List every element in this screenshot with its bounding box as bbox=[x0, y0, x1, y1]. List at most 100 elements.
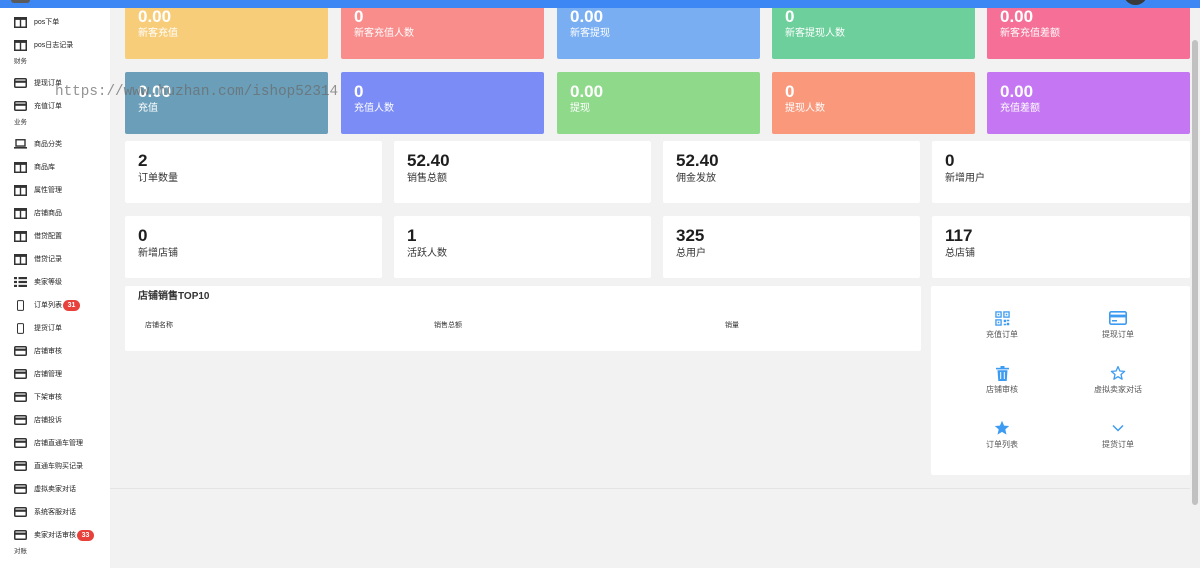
sidebar: pos下单 pos日志记录 财务 提现订单 充值订单 业务 商品分类 商品库 属… bbox=[0, 0, 110, 568]
sidebar-item-recharge-orders[interactable]: 充值订单 bbox=[0, 95, 110, 118]
sidebar-item-label: 借贷配置 bbox=[34, 232, 62, 240]
sidebar-item-product-category[interactable]: 商品分类 bbox=[0, 133, 110, 156]
stat-label: 充值差额 bbox=[1000, 103, 1040, 114]
summary-label: 销售总额 bbox=[407, 173, 447, 184]
sidebar-item-order-list[interactable]: 订单列表 31 bbox=[0, 294, 110, 317]
summary-value: 325 bbox=[676, 226, 705, 245]
credit-card-icon bbox=[14, 461, 27, 472]
sidebar-item-withdraw-orders[interactable]: 提现订单 bbox=[0, 72, 110, 95]
sidebar-section-business: 业务 bbox=[14, 118, 27, 126]
summary-label: 活跃人数 bbox=[407, 248, 447, 259]
summary-value: 117 bbox=[945, 226, 973, 245]
shortcut-label: 店铺审核 bbox=[986, 385, 1018, 394]
column-header-sales-volume: 销量 bbox=[725, 322, 739, 329]
sidebar-item-seller-level[interactable]: 卖家等级 bbox=[0, 271, 110, 294]
summary-value: 52.40 bbox=[407, 151, 450, 170]
sidebar-item-label: 商品分类 bbox=[34, 140, 62, 148]
sidebar-item-label: pos下单 bbox=[34, 18, 60, 26]
vertical-scrollbar[interactable] bbox=[1190, 8, 1200, 568]
sidebar-item-attribute-management[interactable]: 属性管理 bbox=[0, 179, 110, 202]
summary-value: 52.40 bbox=[676, 151, 719, 170]
content-divider bbox=[110, 488, 1190, 489]
stat-value: 0.00 bbox=[138, 82, 172, 101]
sidebar-item-pos-order[interactable]: pos下单 bbox=[0, 11, 110, 34]
shortcut-label: 提现订单 bbox=[1102, 330, 1134, 339]
top-navbar bbox=[0, 0, 1200, 8]
sidebar-item-virtual-seller-chat[interactable]: 虚拟卖家对话 bbox=[0, 478, 110, 501]
credit-card-icon bbox=[14, 369, 27, 380]
stat-label: 提现人数 bbox=[785, 103, 825, 114]
mobile-icon bbox=[14, 323, 27, 334]
column-header-store-name: 店铺名称 bbox=[145, 322, 173, 329]
stat-value: 0.00 bbox=[1000, 82, 1034, 101]
summary-value: 1 bbox=[407, 226, 417, 245]
stat-label: 新客提现 bbox=[570, 28, 610, 39]
sidebar-item-seller-chat-review[interactable]: 卖家对话审核 33 bbox=[0, 524, 110, 547]
stat-value: 0 bbox=[354, 7, 364, 26]
credit-card-icon bbox=[14, 101, 27, 112]
stat-label: 新客充值 bbox=[138, 28, 178, 39]
sidebar-item-label: 店铺管理 bbox=[34, 370, 62, 378]
sidebar-section-finance: 财务 bbox=[14, 57, 27, 65]
laptop-icon bbox=[14, 139, 27, 150]
stat-label: 新客提现人数 bbox=[785, 28, 845, 39]
sidebar-item-loan-config[interactable]: 借贷配置 bbox=[0, 225, 110, 248]
shortcut-panel: 充值订单 提现订单 店铺审核 虚拟卖家对话 订单列表 提货订单 bbox=[931, 286, 1190, 475]
columns-icon bbox=[14, 162, 27, 173]
shortcut-pickup-orders[interactable]: 提货订单 bbox=[1060, 420, 1176, 450]
count-badge: 31 bbox=[63, 299, 80, 311]
sidebar-item-express-purchase-records[interactable]: 直通车购买记录 bbox=[0, 455, 110, 478]
sidebar-item-label: 店铺直通车管理 bbox=[34, 439, 83, 447]
sidebar-item-label: 充值订单 bbox=[34, 102, 62, 110]
sidebar-item-label: 虚拟卖家对话 bbox=[34, 485, 76, 493]
table-title: 店铺销售TOP10 bbox=[138, 291, 210, 302]
sidebar-item-loan-records[interactable]: 借贷记录 bbox=[0, 248, 110, 271]
sidebar-item-store-management[interactable]: 店铺管理 bbox=[0, 363, 110, 386]
sidebar-item-store-express-management[interactable]: 店铺直通车管理 bbox=[0, 432, 110, 455]
stat-label: 新客充值差额 bbox=[1000, 28, 1060, 39]
chevron-down-icon bbox=[1109, 420, 1127, 436]
columns-icon bbox=[14, 185, 27, 196]
stat-label: 充值 bbox=[138, 103, 158, 114]
credit-card-icon bbox=[14, 78, 27, 89]
sidebar-item-label: 直通车购买记录 bbox=[34, 462, 83, 470]
stat-tile-new-recharge-users: 0 新客充值人数 bbox=[341, 0, 544, 59]
shortcut-label: 订单列表 bbox=[986, 440, 1018, 449]
menu-toggle-button[interactable] bbox=[11, 0, 30, 3]
shortcut-recharge-orders[interactable]: 充值订单 bbox=[944, 310, 1060, 340]
columns-icon bbox=[14, 231, 27, 242]
sidebar-item-pos-log[interactable]: pos日志记录 bbox=[0, 34, 110, 57]
summary-value: 0 bbox=[945, 151, 955, 170]
stat-value: 0 bbox=[354, 82, 364, 101]
summary-value: 2 bbox=[138, 151, 148, 170]
shortcut-label: 虚拟卖家对话 bbox=[1094, 385, 1142, 394]
stat-tile-new-recharge: 0.00 新客充值 bbox=[125, 0, 328, 59]
sidebar-item-system-support-chat[interactable]: 系统客服对话 bbox=[0, 501, 110, 524]
credit-card-icon bbox=[14, 415, 27, 426]
shortcut-withdraw-orders[interactable]: 提现订单 bbox=[1060, 310, 1176, 340]
stat-value: 0 bbox=[785, 82, 795, 101]
summary-label: 总店铺 bbox=[945, 248, 975, 259]
summary-label: 佣金发放 bbox=[676, 173, 716, 184]
shortcut-order-list[interactable]: 订单列表 bbox=[944, 420, 1060, 450]
stat-tile-withdraw: 0.00 提现 bbox=[557, 72, 760, 134]
sidebar-item-delist-review[interactable]: 下架审核 bbox=[0, 386, 110, 409]
shortcut-virtual-seller-chat[interactable]: 虚拟卖家对话 bbox=[1060, 365, 1176, 395]
columns-icon bbox=[14, 40, 27, 51]
sidebar-item-store-products[interactable]: 店铺商品 bbox=[0, 202, 110, 225]
stat-tile-new-withdraw: 0.00 新客提现 bbox=[557, 0, 760, 59]
summary-value: 0 bbox=[138, 226, 148, 245]
sidebar-item-label: 下架审核 bbox=[34, 393, 62, 401]
sidebar-item-store-review[interactable]: 店铺审核 bbox=[0, 340, 110, 363]
shortcut-store-review[interactable]: 店铺审核 bbox=[944, 365, 1060, 395]
sidebar-item-store-complaints[interactable]: 店铺投诉 bbox=[0, 409, 110, 432]
sidebar-item-product-library[interactable]: 商品库 bbox=[0, 156, 110, 179]
stat-value: 0.00 bbox=[570, 7, 604, 26]
stat-label: 充值人数 bbox=[354, 103, 394, 114]
summary-card-total-users: 325 总用户 bbox=[663, 216, 920, 278]
stat-tile-withdraw-users: 0 提现人数 bbox=[772, 72, 975, 134]
scrollbar-thumb[interactable] bbox=[1192, 40, 1198, 505]
stat-label: 新客充值人数 bbox=[354, 28, 414, 39]
sidebar-item-pickup-orders[interactable]: 提货订单 bbox=[0, 317, 110, 340]
stat-tile-recharge: 0.00 充值 bbox=[125, 72, 328, 134]
